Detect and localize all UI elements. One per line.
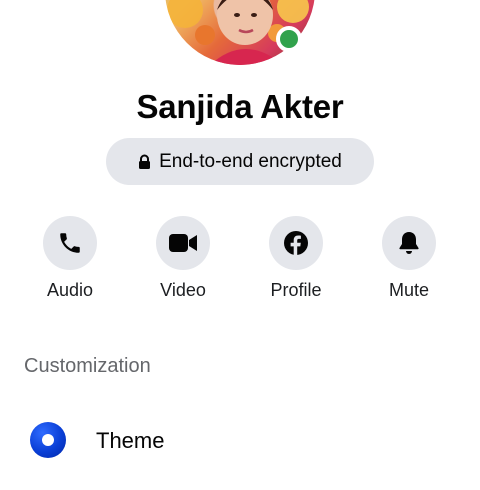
- theme-dot: [42, 434, 54, 446]
- bell-icon: [399, 232, 419, 254]
- encryption-label: End-to-end encrypted: [159, 150, 342, 172]
- profile-button[interactable]: Profile: [241, 216, 351, 301]
- audio-call-button[interactable]: Audio: [15, 216, 125, 301]
- profile-name: Sanjida Akter: [136, 88, 344, 125]
- customization-section-title: Customization: [24, 355, 151, 377]
- facebook-icon: [284, 231, 308, 256]
- theme-row[interactable]: Theme: [0, 415, 480, 467]
- theme-label: Theme: [96, 428, 165, 453]
- profile-label: Profile: [270, 280, 322, 300]
- mute-button[interactable]: Mute: [354, 216, 464, 301]
- mute-label: Mute: [388, 280, 430, 300]
- video-button-circle[interactable]: [156, 216, 210, 270]
- audio-button-circle[interactable]: [43, 216, 97, 270]
- action-buttons: Audio Video Profile Mute: [0, 216, 480, 306]
- video-call-button[interactable]: Video: [128, 216, 238, 301]
- lock-icon: [138, 154, 151, 170]
- profile-button-circle[interactable]: [269, 216, 323, 270]
- video-label: Video: [160, 280, 206, 300]
- mute-button-circle[interactable]: [382, 216, 436, 270]
- phone-icon: [60, 233, 80, 253]
- encryption-badge[interactable]: End-to-end encrypted: [106, 138, 374, 185]
- video-camera-icon: [169, 234, 197, 252]
- audio-label: Audio: [46, 280, 94, 300]
- online-status-indicator: [276, 26, 302, 52]
- theme-color-icon: [30, 422, 66, 458]
